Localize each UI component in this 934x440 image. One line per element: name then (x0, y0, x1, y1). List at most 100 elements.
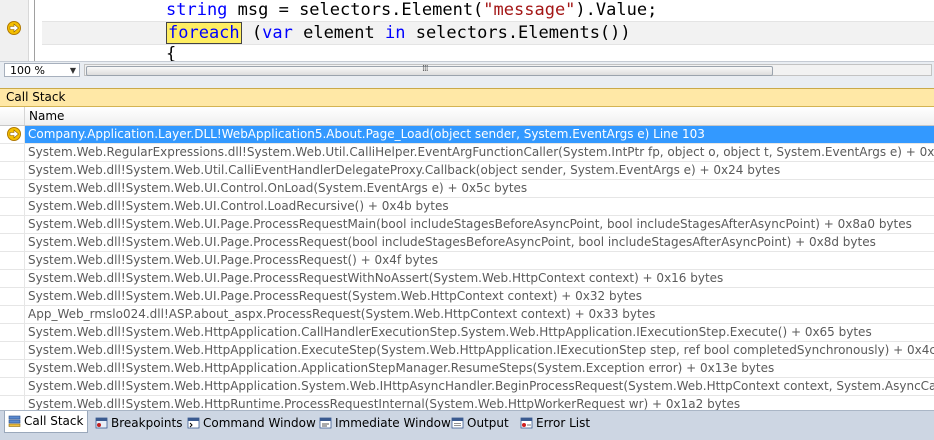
error-list-icon (520, 417, 533, 429)
frame-text: System.Web.dll!System.Web.HttpApplicatio… (28, 343, 934, 357)
frame-text: System.Web.dll!System.Web.UI.Page.Proces… (28, 235, 876, 249)
keyword: var (262, 23, 293, 43)
call-stack-row[interactable]: System.Web.dll!System.Web.UI.Page.Proces… (0, 288, 934, 306)
code-text: element (292, 23, 385, 43)
frame-text: System.Web.dll!System.Web.UI.Page.Proces… (28, 289, 643, 303)
call-stack-row[interactable]: System.Web.dll!System.Web.UI.Control.OnL… (0, 180, 934, 198)
tab-command-window[interactable]: Command Window (184, 413, 316, 433)
call-stack-icon (8, 415, 21, 427)
row-icon-cell (0, 378, 25, 395)
tab-error-list[interactable]: Error List (517, 413, 591, 433)
frame-text: System.Web.dll!System.Web.Util.CalliEven… (28, 163, 781, 177)
call-stack-row[interactable]: System.Web.dll!System.Web.HttpApplicatio… (0, 360, 934, 378)
call-stack-row-current[interactable]: Company.Application.Layer.DLL!WebApplica… (0, 126, 934, 144)
tab-label: Output (467, 416, 509, 430)
window-splitter[interactable] (0, 79, 934, 88)
current-statement-keyword: foreach (166, 22, 242, 44)
row-icon-cell (0, 198, 25, 215)
keyword: in (384, 23, 406, 43)
frame-text: System.Web.dll!System.Web.HttpRuntime.Pr… (28, 397, 741, 410)
row-icon-cell (0, 270, 25, 287)
frame-text: System.Web.dll!System.Web.UI.Page.Proces… (28, 217, 912, 231)
frame-text: System.Web.dll!System.Web.HttpApplicatio… (28, 325, 872, 339)
call-stack-row[interactable]: System.Web.dll!System.Web.Util.CalliEven… (0, 162, 934, 180)
call-stack-row[interactable]: System.Web.dll!System.Web.UI.Page.Proces… (0, 270, 934, 288)
keyword: string (166, 0, 228, 20)
immediate-window-icon (319, 417, 332, 429)
frame-text: App_Web_rmslo024.dll!ASP.about_aspx.Proc… (28, 307, 656, 321)
call-stack-row[interactable]: System.Web.dll!System.Web.HttpRuntime.Pr… (0, 396, 934, 410)
column-header-name[interactable]: Name (29, 107, 64, 125)
frame-text: System.Web.dll!System.Web.UI.Page.Proces… (28, 253, 438, 267)
tab-breakpoints[interactable]: Breakpoints (92, 413, 183, 433)
tab-immediate-window[interactable]: Immediate Window (316, 413, 451, 433)
frame-text: Company.Application.Layer.DLL!WebApplica… (28, 127, 705, 141)
column-header-icon-cell (0, 107, 25, 125)
column-header: Name (0, 107, 934, 126)
outlining-margin (34, 0, 35, 61)
editor-gutter[interactable] (0, 0, 29, 61)
execution-pointer-icon (7, 21, 21, 35)
grip-icon: ⁞⁞⁞ (422, 64, 429, 74)
tool-window-tabs: Call Stack Breakpoints Command Window Immed… (0, 410, 934, 440)
breakpoints-icon (95, 417, 108, 429)
string-literal: "message" (483, 0, 576, 20)
frame-text: System.Web.dll!System.Web.UI.Page.Proces… (28, 271, 724, 285)
call-stack-list[interactable]: Company.Application.Layer.DLL!WebApplica… (0, 126, 934, 410)
frame-text: System.Web.dll!System.Web.UI.Control.OnL… (28, 181, 528, 195)
zoom-value: 100 % (10, 64, 45, 77)
frame-text: System.Web.dll!System.Web.HttpApplicatio… (28, 379, 934, 393)
row-icon-cell (0, 306, 25, 323)
row-icon-cell (0, 342, 25, 359)
scrollbar-thumb[interactable]: ⁞⁞⁞ (86, 64, 773, 76)
row-icon-cell (0, 162, 25, 179)
row-icon-cell (0, 324, 25, 341)
call-stack-row[interactable]: System.Web.dll!System.Web.HttpApplicatio… (0, 378, 934, 396)
tab-label: Breakpoints (111, 416, 183, 430)
zoom-combo[interactable]: 100 % ▼ (4, 63, 80, 77)
code-editor[interactable]: string msg = selectors.Element("message"… (0, 0, 934, 61)
code-text: { (166, 44, 177, 61)
tab-label: Call Stack (24, 414, 84, 428)
horizontal-scrollbar[interactable]: ⁞⁞⁞ (84, 64, 932, 76)
call-stack-row[interactable]: System.Web.dll!System.Web.UI.Page.Proces… (0, 216, 934, 234)
frame-text: System.Web.dll!System.Web.HttpApplicatio… (28, 361, 775, 375)
call-stack-row[interactable]: App_Web_rmslo024.dll!ASP.about_aspx.Proc… (0, 306, 934, 324)
tab-label: Immediate Window (335, 416, 451, 430)
frame-text: System.Web.RegularExpressions.dll!System… (28, 145, 934, 159)
code-text: selectors.Elements()) (405, 23, 631, 43)
code-text: ).Value; (575, 0, 658, 20)
command-window-icon (187, 417, 200, 429)
call-stack-row[interactable]: System.Web.dll!System.Web.HttpApplicatio… (0, 324, 934, 342)
call-stack-row[interactable]: System.Web.dll!System.Web.UI.Page.Proces… (0, 234, 934, 252)
frame-text: System.Web.dll!System.Web.UI.Control.Loa… (28, 199, 449, 213)
row-icon-cell (0, 126, 25, 143)
tab-output[interactable]: Output (448, 413, 512, 433)
editor-status-bar: 100 % ▼ ⁞⁞⁞ (0, 61, 934, 80)
code-text: ( (241, 23, 263, 43)
row-icon-cell (0, 288, 25, 305)
call-stack-row[interactable]: System.Web.RegularExpressions.dll!System… (0, 144, 934, 162)
output-icon (451, 417, 464, 429)
call-stack-row[interactable]: System.Web.dll!System.Web.HttpApplicatio… (0, 342, 934, 360)
row-icon-cell (0, 252, 25, 269)
tab-call-stack[interactable]: Call Stack (4, 411, 88, 433)
call-stack-row[interactable]: System.Web.dll!System.Web.UI.Control.Loa… (0, 198, 934, 216)
tab-label: Error List (536, 416, 591, 430)
code-text: msg = selectors.Element( (227, 0, 484, 20)
current-frame-arrow-icon (7, 127, 21, 141)
row-icon-cell (0, 234, 25, 251)
row-icon-cell (0, 180, 25, 197)
call-stack-row[interactable]: System.Web.dll!System.Web.UI.Page.Proces… (0, 252, 934, 270)
code-line-3: { (42, 43, 176, 61)
code-line-1: string msg = selectors.Element("message"… (42, 0, 657, 21)
row-icon-cell (0, 216, 25, 233)
panel-title[interactable]: Call Stack (0, 89, 934, 107)
tab-label: Command Window (203, 416, 316, 430)
call-stack-window: Call Stack Name Company.Application.Laye… (0, 88, 934, 411)
chevron-down-icon[interactable]: ▼ (70, 64, 76, 78)
row-icon-cell (0, 396, 25, 410)
code-line-current: foreach (var element in selectors.Elemen… (42, 21, 934, 45)
row-icon-cell (0, 144, 25, 161)
row-icon-cell (0, 360, 25, 377)
